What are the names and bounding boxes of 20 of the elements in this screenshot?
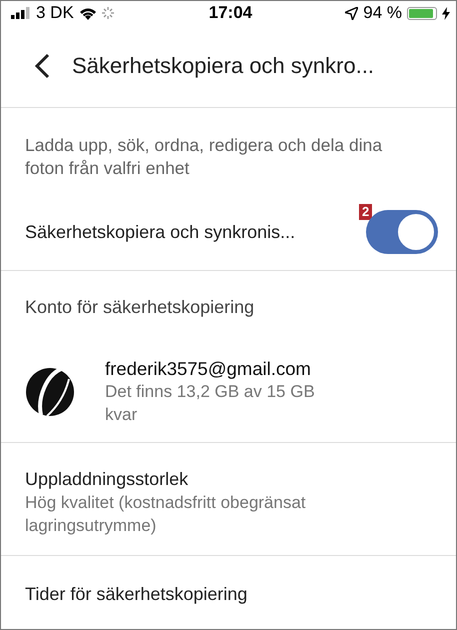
avatar-icon[interactable]	[25, 367, 75, 417]
location-arrow-icon	[345, 6, 358, 20]
charging-bolt-icon	[442, 6, 450, 20]
storage-text: Det finns 13,2 GB av 15 GB kvar	[105, 381, 316, 426]
page-title: Säkerhetskopiera och synkro...	[72, 53, 374, 79]
signal-icon	[11, 7, 31, 19]
settings-item[interactable]: Uppladdningsstorlek Hög kvalitet (kostnadsfritt obegränsat lagringsutrymme)	[1, 443, 456, 556]
back-icon[interactable]	[34, 53, 50, 79]
section-heading: Konto för säkerhetskopiering	[24, 296, 256, 318]
backup-sync-label: Säkerhetskopiera och synkronis...	[25, 222, 296, 242]
clock-time: 17:04	[208, 3, 252, 23]
battery-icon	[406, 6, 437, 20]
account-email: frederik3575@gmail.com	[105, 358, 312, 380]
settings-item[interactable]: Tider för säkerhetskopiering	[1, 556, 456, 624]
carrier-name: 3 DK	[36, 3, 74, 23]
step-badge: 2	[359, 204, 372, 220]
wifi-icon	[78, 6, 97, 20]
battery-percentage: 94 %	[363, 3, 402, 23]
loading-icon	[102, 7, 114, 19]
description-text: Ladda upp, sök, ordna, redigera och dela dina foton från valfri enhet	[24, 134, 384, 180]
